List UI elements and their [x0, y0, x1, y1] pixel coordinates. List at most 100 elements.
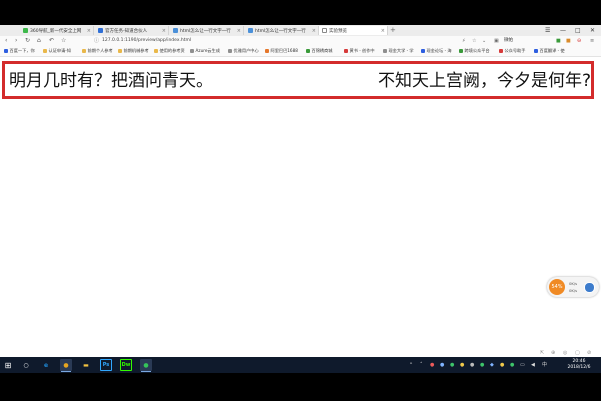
file-explorer-icon[interactable]: ▬ [80, 359, 92, 371]
tab-label: html怎么让一行文字一行 [255, 28, 306, 34]
maximize-icon[interactable]: □ [575, 25, 581, 36]
stop-icon[interactable]: ⊖ [577, 36, 581, 46]
back-arrow-icon[interactable]: ‹ [5, 36, 7, 46]
start-button-icon[interactable]: ⊞ [2, 359, 14, 371]
bookmark-item[interactable]: 现金论坛 - 海 [421, 46, 452, 56]
bookmark-item[interactable]: 跨境公众平台 [459, 46, 490, 56]
person-icon[interactable]: ᴬ [410, 357, 412, 373]
tray-app-icon[interactable]: ● [500, 357, 504, 373]
bookmark-favicon-icon [421, 49, 425, 53]
tab-label: 官方任务-知道合伙人 [105, 28, 148, 34]
bookmark-favicon-icon [344, 49, 348, 53]
tab-html-question-2[interactable]: html怎么让一行文字一行 × [245, 26, 319, 35]
star-icon[interactable]: ☆ [472, 36, 476, 46]
tab-close-icon[interactable]: × [381, 28, 385, 34]
network-icon[interactable]: ▭ [520, 357, 525, 373]
lightning-icon[interactable]: ⚡ [462, 36, 466, 46]
volume-icon[interactable]: ◀ [531, 357, 535, 373]
folder-icon [118, 49, 122, 53]
tab-close-icon[interactable]: × [87, 28, 91, 34]
url-input[interactable]: ⓘ 127.0.0.1:1190/preview/app/index.html [94, 37, 454, 45]
profile-button[interactable]: 微帕 [504, 38, 513, 44]
taskbar-clock[interactable]: 20:46 2018/12/6 [561, 359, 597, 371]
status-icon[interactable]: ▢ [575, 349, 580, 357]
bookmark-item[interactable]: 百度翻译 - 使 [534, 46, 565, 56]
shield-icon[interactable]: ◆ [490, 357, 494, 373]
poem-line-right: 不知天上宫阙，今夕是何年? [377, 71, 591, 91]
bookmark-favicon-icon [534, 49, 538, 53]
edge-browser-icon[interactable]: e [40, 359, 52, 371]
tray-app-icon[interactable]: ● [510, 357, 514, 373]
bookmark-item[interactable]: 公众号助手 [499, 46, 525, 56]
bottom-black-bar [0, 373, 601, 401]
menu-icon[interactable]: ≡ [590, 36, 594, 46]
tab-label: html怎么让一行文字一行 [180, 28, 231, 34]
minimize-icon[interactable]: — [560, 25, 566, 36]
forward-arrow-icon[interactable]: › [15, 36, 17, 46]
tab-zhidao-task[interactable]: 官方任务-知道合伙人 × [95, 26, 169, 35]
tray-app-icon[interactable]: ● [480, 357, 484, 373]
bookmark-item[interactable]: 百锦绣商城 [306, 46, 332, 56]
tray-app-icon[interactable]: ● [430, 357, 434, 373]
accelerator-icon [584, 282, 595, 293]
bookmark-item[interactable]: Azure云生成 [190, 46, 220, 56]
status-icon[interactable]: ⊘ [587, 349, 591, 357]
tab-close-icon[interactable]: × [312, 28, 316, 34]
home-icon[interactable]: ⌂ [37, 36, 41, 46]
tab-favicon-icon [173, 28, 178, 33]
wechat-icon[interactable]: ● [140, 359, 152, 372]
folder-icon [43, 49, 47, 53]
extension-icon[interactable]: ■ [566, 36, 571, 46]
input-method-icon[interactable]: 中 [542, 357, 547, 373]
page-info-icon[interactable]: ⓘ [94, 37, 99, 45]
ad-block-icon[interactable]: ▣ [494, 36, 499, 46]
new-tab-button[interactable]: + [390, 26, 396, 35]
bookmark-item[interactable]: 优雅用户中心 [228, 46, 259, 56]
search-icon[interactable]: ○ [20, 359, 32, 371]
chevron-down-icon[interactable]: ⌄ [482, 36, 486, 46]
poem-container: 明月几时有？把酒问青天。 不知天上宫阙，今夕是何年? [2, 61, 594, 99]
bookmark-item[interactable]: 百度一下，你 [4, 46, 35, 56]
folder-icon [82, 49, 86, 53]
undo-icon[interactable]: ↶ [49, 36, 54, 46]
bookmark-item[interactable]: 现金大学 - 学 [383, 46, 414, 56]
chrome-browser-icon[interactable]: ● [60, 359, 72, 372]
extension-icon[interactable]: ■ [556, 36, 561, 46]
upload-speed: 0K/s [569, 281, 578, 286]
tray-app-icon[interactable]: ● [440, 357, 444, 373]
tab-close-icon[interactable]: × [162, 28, 166, 34]
tab-favicon-icon [98, 28, 103, 33]
status-icon[interactable]: ◎ [563, 349, 567, 357]
tray-app-icon[interactable]: ● [460, 357, 464, 373]
photoshop-icon[interactable]: Ps [100, 359, 112, 371]
tray-app-icon[interactable]: ● [470, 357, 474, 373]
bookmark-item[interactable]: 前期个人参考 [82, 46, 113, 56]
close-window-icon[interactable]: ✕ [590, 25, 595, 36]
top-black-bar [0, 0, 601, 25]
bookmark-item[interactable]: 阿里巴巴1688 [265, 46, 298, 56]
bookmark-favicon-icon [383, 49, 387, 53]
bookmark-item[interactable]: 认证申请-知 [43, 46, 71, 56]
dreamweaver-icon[interactable]: Dw [120, 359, 132, 371]
tab-favicon-icon [23, 28, 28, 33]
tray-app-icon[interactable]: ● [450, 357, 454, 373]
status-icon[interactable]: ⇱ [540, 349, 544, 357]
tab-label: 360导航_新一代安全上网 [30, 28, 82, 34]
browser-menu-icon[interactable]: ☰ [545, 25, 550, 36]
network-speed-widget[interactable]: 54% 0K/s 0K/s [547, 277, 599, 297]
status-icon[interactable]: ⊕ [551, 349, 555, 357]
bookmark-favicon-icon [4, 49, 8, 53]
bookmark-favicon-icon [459, 49, 463, 53]
tab-360-navigation[interactable]: 360导航_新一代安全上网 × [20, 26, 94, 35]
bookmark-item[interactable]: 黄书 - 创作中 [344, 46, 375, 56]
bookmark-item[interactable]: 前期机械参考 [118, 46, 149, 56]
star-bookmark-icon[interactable]: ☆ [61, 36, 66, 46]
chevron-up-icon[interactable]: ˄ [420, 357, 423, 373]
tab-close-icon[interactable]: × [237, 28, 241, 34]
tab-favicon-icon [248, 28, 253, 33]
memory-percent-badge: 54% [549, 279, 565, 295]
reload-icon[interactable]: ↻ [25, 36, 30, 46]
tab-preview-active[interactable]: 实验预览 × [318, 26, 388, 35]
tab-html-question-1[interactable]: html怎么让一行文字一行 × [170, 26, 244, 35]
bookmark-item[interactable]: 使用的参考资 [154, 46, 185, 56]
